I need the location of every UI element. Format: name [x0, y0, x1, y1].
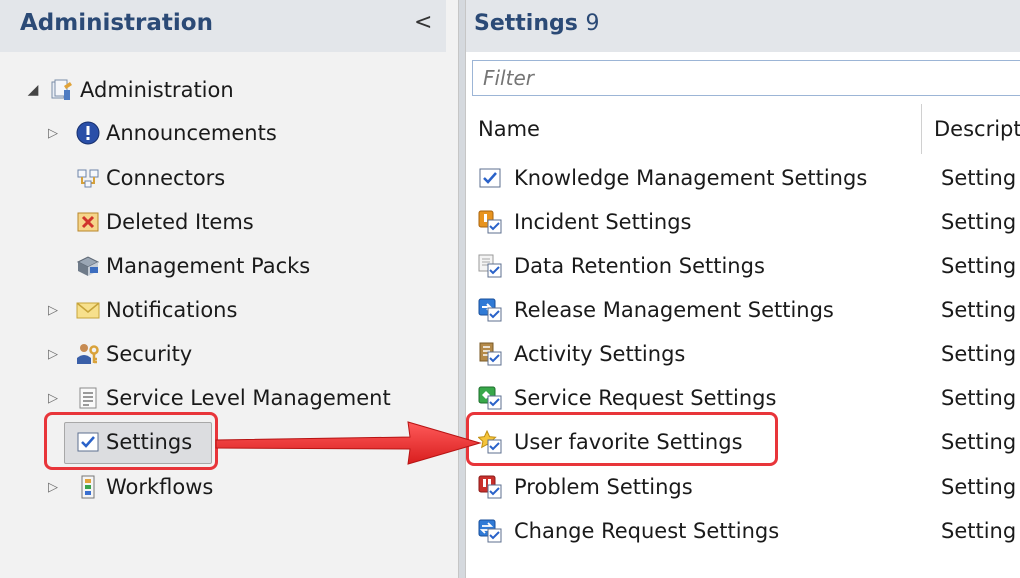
tree-item-label: Administration	[80, 78, 234, 102]
row-name: Knowledge Management Settings	[514, 166, 868, 190]
expand-arrow-icon[interactable]: ▷	[46, 391, 60, 406]
service-request-settings-icon	[478, 386, 502, 410]
table-row[interactable]: Incident Settings Setting	[478, 202, 1020, 242]
users-key-icon	[76, 342, 100, 366]
table-row[interactable]: Activity Settings Setting	[478, 334, 1020, 374]
navigation-pane-title: Administration	[20, 10, 213, 36]
annotation-arrow-icon	[215, 421, 482, 465]
column-header-description[interactable]: Descript	[922, 104, 1020, 154]
row-name: Release Management Settings	[514, 298, 834, 322]
knowledge-settings-icon	[478, 166, 502, 190]
tree-item-label: Service Level Management	[106, 386, 391, 410]
management-packs-icon	[76, 254, 100, 278]
row-description: Setting	[941, 210, 1017, 234]
settings-highlight-box	[44, 412, 218, 470]
tree-item-label: Security	[106, 342, 193, 366]
pane-splitter[interactable]	[458, 0, 466, 578]
tree-item-security[interactable]: ▷ Security	[46, 334, 192, 374]
details-title-text: Settings	[474, 11, 578, 36]
expand-arrow-icon[interactable]: ▷	[46, 480, 60, 495]
column-header-name[interactable]: Name	[466, 104, 922, 154]
row-description: Setting	[941, 475, 1017, 499]
table-row[interactable]: Data Retention Settings Setting	[478, 246, 1020, 286]
admin-folder-icon	[50, 78, 74, 102]
tree-item-workflows[interactable]: ▷ Workflows	[46, 467, 213, 507]
row-name: Service Request Settings	[514, 386, 777, 410]
navigation-pane-header: Administration <	[0, 0, 446, 52]
row-description: Setting	[941, 342, 1017, 366]
row-name: Incident Settings	[514, 210, 692, 234]
info-icon	[76, 121, 100, 145]
problem-settings-icon	[478, 475, 502, 499]
user-favorite-highlight-box	[466, 412, 778, 466]
details-pane-header: Settings 9	[466, 0, 1020, 52]
tree-item-administration[interactable]: ◢ Administration	[26, 70, 234, 110]
details-pane-title: Settings 9	[474, 11, 600, 36]
incident-settings-icon	[478, 210, 502, 234]
tree-item-connectors[interactable]: Connectors	[76, 158, 225, 198]
connectors-icon	[76, 166, 100, 190]
document-icon	[76, 386, 100, 410]
tree-item-label: Notifications	[106, 298, 238, 322]
tree-item-label: Announcements	[106, 121, 277, 145]
workflow-icon	[76, 475, 100, 499]
activity-settings-icon	[478, 342, 502, 366]
tree-item-label: Deleted Items	[106, 210, 254, 234]
expanded-icon[interactable]: ◢	[26, 82, 40, 98]
deleted-items-icon	[76, 210, 100, 234]
details-pane: Settings 9 Name Descript Knowledge Manag…	[466, 0, 1020, 578]
filter-input[interactable]	[472, 60, 1020, 96]
column-header-label: Descript	[934, 117, 1020, 141]
row-description: Setting	[941, 254, 1017, 278]
data-retention-settings-icon	[478, 254, 502, 278]
table-row[interactable]: Problem Settings Setting	[478, 467, 1020, 507]
row-description: Setting	[941, 386, 1017, 410]
row-name: Change Request Settings	[514, 519, 780, 543]
tree-item-label: Connectors	[106, 166, 226, 190]
row-description: Setting	[941, 430, 1017, 454]
row-description: Setting	[941, 519, 1017, 543]
tree-item-notifications[interactable]: ▷ Notifications	[46, 290, 237, 330]
row-description: Setting	[941, 166, 1017, 190]
table-row[interactable]: Release Management Settings Setting	[478, 290, 1020, 330]
row-name: Activity Settings	[514, 342, 686, 366]
envelope-icon	[76, 298, 100, 322]
navigation-pane: Administration < ◢ Administration ▷ Anno…	[0, 0, 458, 578]
tree-item-announcements[interactable]: ▷ Announcements	[46, 113, 277, 153]
collapse-pane-icon[interactable]: <	[414, 12, 432, 34]
release-settings-icon	[478, 298, 502, 322]
table-row[interactable]: Change Request Settings Setting	[478, 511, 1020, 551]
row-description: Setting	[941, 298, 1017, 322]
tree-item-deleted-items[interactable]: Deleted Items	[76, 202, 254, 242]
item-count: 9	[585, 11, 600, 36]
change-request-settings-icon	[478, 519, 502, 543]
expand-arrow-icon[interactable]: ▷	[46, 347, 60, 362]
expand-arrow-icon[interactable]: ▷	[46, 303, 60, 318]
tree-item-label: Management Packs	[106, 254, 311, 278]
column-header-label: Name	[478, 117, 540, 141]
expand-arrow-icon[interactable]: ▷	[46, 126, 60, 141]
row-name: Data Retention Settings	[514, 254, 765, 278]
tree-item-label: Workflows	[106, 475, 214, 499]
tree-item-management-packs[interactable]: Management Packs	[76, 246, 310, 286]
table-row[interactable]: Knowledge Management Settings Setting	[478, 158, 1020, 198]
row-name: Problem Settings	[514, 475, 693, 499]
